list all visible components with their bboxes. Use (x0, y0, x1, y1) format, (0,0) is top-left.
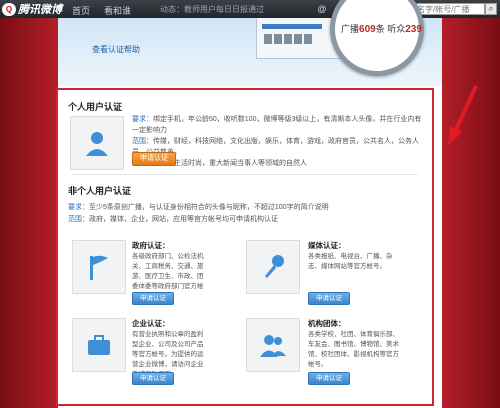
org-scope: 范围：政府，媒体，企业，网站，应用等官方帐号均可申请机构认证 (68, 216, 278, 223)
media-category-desc: 各类报纸、电视台、广播、杂志、媒体网站等官方帐号。 (308, 253, 393, 270)
media-apply-button[interactable]: 申请认证 (308, 292, 350, 305)
gov-category-title: 政府认证： (132, 241, 170, 250)
logo-text: 腾讯微博 (18, 4, 62, 16)
magnifier-graphic (330, 0, 424, 76)
nav-item-2[interactable]: 看和谁 (104, 4, 131, 17)
enterprise-apply-button[interactable]: 申请认证 (132, 372, 174, 385)
banner: 广播609条 听众239 查看认证帮助 (58, 0, 442, 86)
at-icon[interactable]: @ (316, 3, 328, 15)
briefcase-icon (72, 318, 126, 372)
verification-help-link[interactable]: 查看认证帮助 (92, 44, 140, 55)
main-nav: 首页 看和谁 (72, 4, 131, 17)
magnifier-stats: 广播609条 听众239 (341, 24, 422, 35)
search-icon[interactable]: ⌕ (485, 3, 497, 15)
notice-text[interactable]: 动态：教师用户每日日报通过 (160, 4, 310, 15)
org-apply-button[interactable]: 申请认证 (308, 372, 350, 385)
banner-screenshot-bar (262, 24, 322, 29)
banner-thumbnails (264, 34, 312, 44)
org-verification-title: 非个人用户认证 (68, 186, 132, 196)
enterprise-category-title: 企业认证： (132, 319, 170, 328)
red-background-left (0, 0, 58, 408)
annotation-arrow-icon (448, 85, 478, 146)
top-navigation-bar: Q 腾讯微博 首页 看和谁 动态：教师用户每日日报通过 @ ✉ ▣ ☺ ♪ ▾ … (0, 0, 500, 18)
person-icon (70, 116, 124, 170)
org-category-desc: 各类学校、社团、体育俱乐部、车友会、图书馆、博物馆、美术馆、校社团体、影视机构等… (308, 331, 399, 368)
flag-icon (72, 240, 126, 294)
gov-apply-button[interactable]: 申请认证 (132, 292, 174, 305)
group-icon (246, 318, 300, 372)
org-category-title: 机构团体： (308, 319, 346, 328)
verification-panel: 个人用户认证 要求：绑定手机，年公龄50，收听数100，微博等级3级以上，有清晰… (56, 88, 434, 406)
section-divider (72, 174, 418, 175)
qq-logo-icon: Q (2, 2, 16, 16)
personal-requirements: 要求：绑定手机，年公龄50，收听数100，微博等级3级以上，有清晰本人头像，并在… (132, 116, 422, 134)
org-requirements: 要求：至少5条原创广播，与认证身份相符合的头像与昵称，不超过100字的简介说明 (68, 204, 329, 211)
logo[interactable]: Q 腾讯微博 (2, 2, 62, 16)
media-category-title: 媒体认证： (308, 241, 346, 250)
red-background-right (442, 0, 500, 408)
personal-verification-title: 个人用户认证 (68, 102, 123, 112)
personal-apply-button[interactable]: 申请认证 (132, 152, 176, 166)
microphone-icon (246, 240, 300, 294)
nav-home[interactable]: 首页 (72, 4, 90, 17)
